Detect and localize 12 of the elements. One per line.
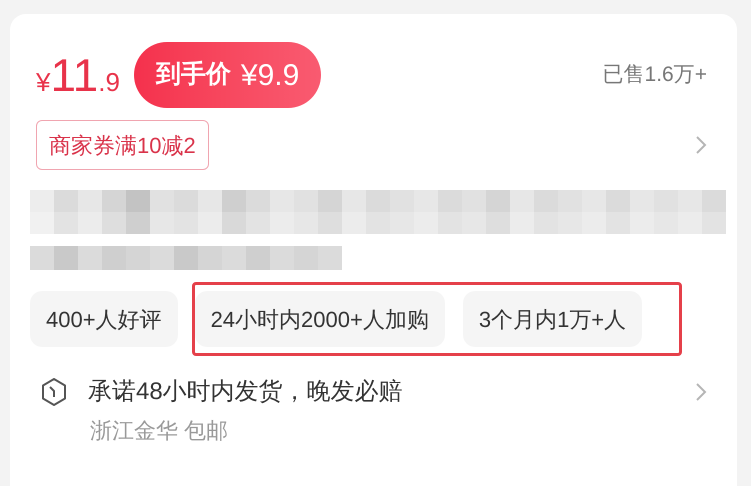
chevron-right-icon [695, 382, 707, 402]
shipping-origin: 浙江金华 包邮 [90, 417, 230, 445]
chevron-right-icon [695, 135, 707, 155]
coupon-tag[interactable]: 商家券满10减2 [36, 120, 209, 170]
hexagon-icon [40, 377, 68, 407]
price-text: ¥11.9 [36, 52, 120, 98]
final-price-badge: 到手价 ¥9.9 [134, 42, 322, 108]
sold-count: 已售1.6万+ [602, 62, 707, 88]
tag-chip: 400+人好评 [30, 291, 178, 347]
tag-chip: 3个月内1万+人 [462, 291, 642, 347]
shipping-promise: 承诺48小时内发货，晚发必赔 [88, 377, 403, 407]
tag-chip: 24小时内2000+人加购 [194, 291, 445, 347]
